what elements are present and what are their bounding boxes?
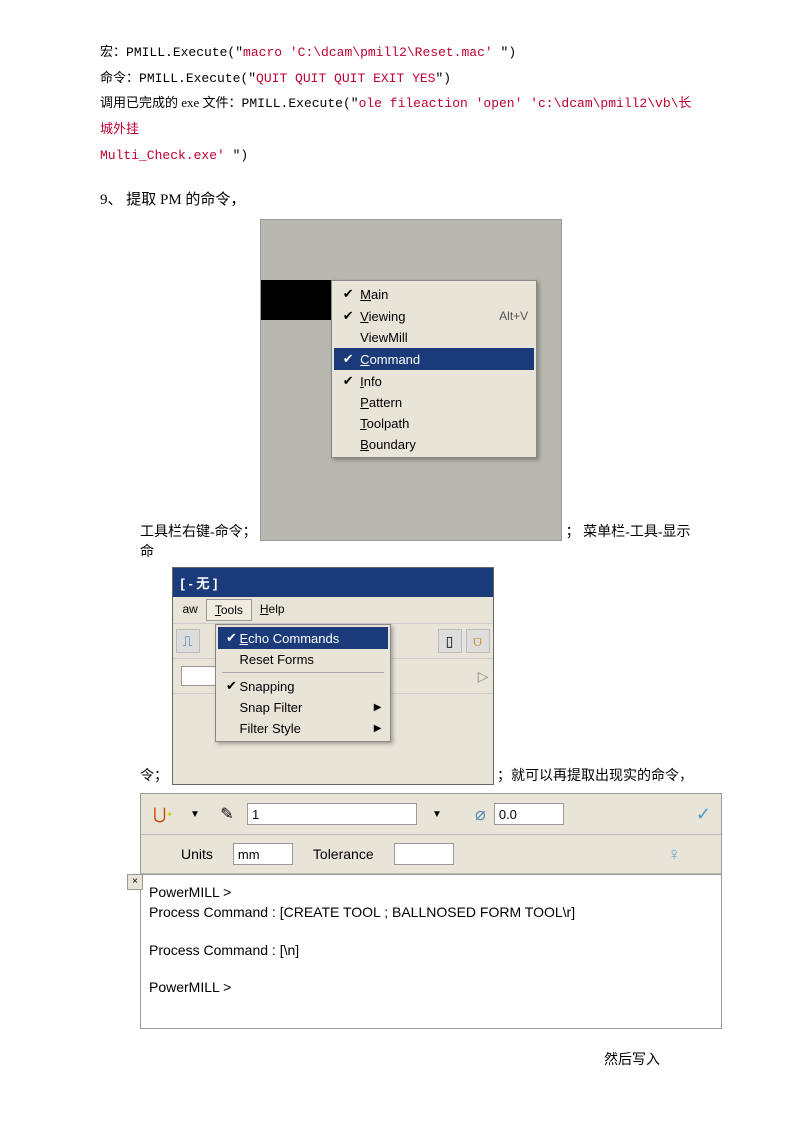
- console-line: Process Command : [CREATE TOOL ; BALLNOS…: [149, 903, 713, 923]
- dropdown-icon[interactable]: ▼: [183, 802, 207, 826]
- toolbar-icon[interactable]: ⎍: [176, 629, 200, 653]
- menu-item-viewmill[interactable]: ViewMill: [334, 327, 534, 348]
- code: Multi_Check.exe' "): [100, 148, 248, 163]
- caption-pre-2: 令；: [140, 769, 168, 784]
- label-exe: 调用已完成的 exe 文件：: [100, 95, 242, 110]
- label-command: 命令：: [100, 70, 139, 85]
- menu-filter-style[interactable]: Filter Style▶: [218, 718, 388, 739]
- pencil-icon[interactable]: ✎: [215, 802, 239, 826]
- menu-echo-commands[interactable]: ✔Echo Commands: [218, 627, 388, 649]
- caption-post-2: ；就可以再提取出现实的命令，: [497, 769, 693, 784]
- menu-snap-filter[interactable]: Snap Filter▶: [218, 697, 388, 718]
- menu-separator: [222, 672, 384, 673]
- toolbar: ⎍ ✔Echo Commands Reset Forms ✔Snapping S…: [173, 623, 493, 658]
- section-9-title: 9、 提取 PM 的命令，: [100, 188, 700, 209]
- play-icon[interactable]: ▷: [478, 668, 489, 685]
- menu-item-pattern[interactable]: Pattern: [334, 392, 534, 413]
- menu-item-command[interactable]: ✔Command: [334, 348, 534, 370]
- tolerance-label: Tolerance: [313, 846, 374, 862]
- units-field[interactable]: mm: [233, 843, 293, 865]
- menu-snapping[interactable]: ✔Snapping: [218, 675, 388, 697]
- tools-dropdown[interactable]: ✔Echo Commands Reset Forms ✔Snapping Sna…: [215, 624, 391, 742]
- menu-item-toolpath[interactable]: Toolpath: [334, 413, 534, 434]
- dropdown-icon[interactable]: ▼: [425, 802, 449, 826]
- console-line: PowerMILL >: [149, 978, 713, 998]
- bulb-icon[interactable]: ♀: [668, 844, 682, 865]
- menu-aw[interactable]: aw: [175, 599, 206, 621]
- caption-pre-1: 工具栏右键-命令；: [140, 525, 257, 540]
- value-input[interactable]: 0.0: [494, 803, 564, 825]
- screenshot-context-menu: ✔Main ✔ViewingAlt+V ViewMill ✔Command ✔I…: [260, 219, 562, 541]
- menu-bar[interactable]: aw Tools Help: [173, 597, 493, 623]
- brush-icon[interactable]: ✓: [696, 804, 711, 825]
- screenshot-console: ⋃✦ ▼ ✎ 1 ▼ ⌀ 0.0 ✓ Units mm Tolerance ♀: [140, 793, 722, 1028]
- menu-item-main[interactable]: ✔Main: [334, 283, 534, 305]
- console-line: Process Command : [\n]: [149, 941, 713, 961]
- menu-tools[interactable]: Tools: [206, 599, 252, 621]
- trailing-text: 然后写入: [100, 1049, 700, 1069]
- console-line: PowerMILL >: [149, 883, 713, 903]
- magnet-icon[interactable]: ⋃✦: [151, 802, 175, 826]
- menu-item-info[interactable]: ✔Info: [334, 370, 534, 392]
- toolbar-1: ⋃✦ ▼ ✎ 1 ▼ ⌀ 0.0 ✓: [141, 794, 721, 835]
- code: PMILL.Execute("macro 'C:\dcam\pmill2\Res…: [126, 45, 516, 60]
- label-macro: 宏：: [100, 44, 126, 59]
- menu-item-boundary[interactable]: Boundary: [334, 434, 534, 455]
- diameter-icon: ⌀: [475, 804, 486, 825]
- close-icon[interactable]: ×: [127, 874, 143, 890]
- toolbar-icon[interactable]: ⩌: [466, 629, 490, 653]
- menu-help[interactable]: Help: [252, 599, 293, 621]
- units-label: Units: [181, 846, 213, 862]
- code: PMILL.Execute("QUIT QUIT QUIT EXIT YES"): [139, 71, 451, 86]
- menu-item-viewing[interactable]: ✔ViewingAlt+V: [334, 305, 534, 327]
- window-title: [ - 无 ]: [173, 568, 493, 597]
- console-output: × PowerMILL > Process Command : [CREATE …: [141, 874, 721, 1027]
- code-block: 宏：PMILL.Execute("macro 'C:\dcam\pmill2\R…: [100, 40, 700, 168]
- tolerance-field[interactable]: [394, 843, 454, 865]
- toolbar-2: Units mm Tolerance ♀: [141, 835, 721, 874]
- menu-reset-forms[interactable]: Reset Forms: [218, 649, 388, 670]
- screenshot-tools-menu: [ - 无 ] aw Tools Help ⎍ ✔Echo Commands R…: [172, 567, 494, 785]
- number-input[interactable]: 1: [247, 803, 417, 825]
- toolbar-icon[interactable]: ▯: [438, 629, 462, 653]
- context-menu[interactable]: ✔Main ✔ViewingAlt+V ViewMill ✔Command ✔I…: [331, 280, 537, 458]
